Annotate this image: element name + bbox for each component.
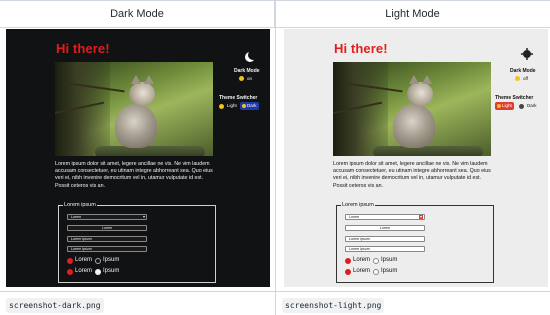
kitten-ear bbox=[409, 75, 419, 84]
radio-1-lorem-label: Lorem bbox=[75, 257, 93, 263]
kitten-ear bbox=[131, 75, 141, 84]
dark-screenshot: Hi there! Dark Mode on Theme Switcher Li… bbox=[6, 29, 270, 287]
tree-trunk bbox=[55, 62, 110, 156]
lorem-select[interactable]: Lorem ▾ bbox=[67, 214, 147, 220]
lorem-paragraph: Lorem ipsum dolor sit amet, legere ancil… bbox=[55, 161, 213, 189]
kitten-photo bbox=[333, 62, 491, 156]
checkbox-2-ipsum-label: Ipsum bbox=[381, 268, 398, 274]
comparison-table: Dark Mode Light Mode Hi there! Dark Mode… bbox=[0, 0, 550, 315]
lorem-fieldset: Lorem ipsum Lorem ▾ Lorem Lorem ipsum Lo… bbox=[58, 202, 216, 283]
header-light-mode: Light Mode bbox=[275, 1, 550, 28]
text-input-1[interactable]: Lorem ipsum bbox=[67, 236, 147, 242]
filename-light: screenshot-light.png bbox=[282, 298, 385, 313]
kitten-ear bbox=[422, 75, 432, 84]
radio-1-ipsum-label: Ipsum bbox=[381, 257, 398, 263]
sun-small-icon bbox=[219, 104, 224, 109]
radio-1-lorem[interactable] bbox=[345, 258, 351, 264]
kitten-head bbox=[407, 82, 433, 106]
greeting-heading: Hi there! bbox=[56, 41, 110, 56]
chevron-down-icon: ▾ bbox=[142, 214, 145, 219]
header-dark-mode: Dark Mode bbox=[0, 1, 275, 28]
checkbox-2-ipsum[interactable] bbox=[95, 269, 101, 275]
dark-mode-value: off bbox=[523, 76, 528, 81]
chevron-down-icon: ▾ bbox=[418, 214, 423, 219]
mossy-log bbox=[373, 146, 483, 156]
select-value: Lorem bbox=[349, 215, 360, 219]
sun-small-icon bbox=[497, 103, 501, 108]
checkbox-2-ipsum-label: Ipsum bbox=[103, 268, 120, 274]
filename-dark: screenshot-dark.png bbox=[6, 298, 104, 313]
switch-light-option[interactable]: Light bbox=[495, 102, 514, 110]
tree-trunk bbox=[333, 62, 388, 156]
switch-dark-option[interactable]: Dark bbox=[525, 102, 539, 110]
dark-mode-toggle-icon[interactable] bbox=[515, 76, 520, 81]
fieldset-legend: Lorem ipsum bbox=[63, 202, 97, 208]
moon-small-icon bbox=[242, 103, 246, 108]
radio-1-lorem-label: Lorem bbox=[353, 257, 371, 263]
row-divider bbox=[0, 291, 550, 292]
lorem-paragraph: Lorem ipsum dolor sit amet, legere ancil… bbox=[333, 161, 491, 189]
kitten-head bbox=[129, 82, 155, 106]
select-value: Lorem bbox=[71, 215, 82, 219]
radio-1-ipsum-label: Ipsum bbox=[103, 257, 120, 263]
checkbox-2-lorem[interactable] bbox=[345, 269, 351, 275]
lorem-button[interactable]: Lorem bbox=[345, 225, 425, 231]
dark-mode-value: on bbox=[247, 76, 253, 81]
text-input-2[interactable]: Lorem ipsum bbox=[67, 246, 147, 252]
fieldset-legend: Lorem ipsum bbox=[341, 202, 375, 208]
switch-light-option[interactable]: Light bbox=[225, 102, 239, 110]
checkbox-2-lorem[interactable] bbox=[67, 269, 73, 275]
dark-mode-toggle-icon[interactable] bbox=[239, 76, 244, 81]
kitten-body bbox=[115, 104, 157, 148]
text-input-2[interactable]: Lorem ipsum bbox=[345, 246, 425, 252]
radio-1-ipsum[interactable] bbox=[95, 258, 101, 264]
radio-1-ipsum[interactable] bbox=[373, 258, 379, 264]
text-input-1[interactable]: Lorem ipsum bbox=[345, 236, 425, 242]
switch-dark-label: Dark bbox=[247, 103, 257, 108]
dark-mode-label: Dark Mode bbox=[510, 68, 536, 74]
column-divider bbox=[275, 1, 276, 315]
theme-switcher-label: Theme Switcher bbox=[495, 95, 534, 101]
lorem-fieldset: Lorem ipsum Lorem ▾ Lorem Lorem ipsum Lo… bbox=[336, 202, 494, 283]
mossy-log bbox=[95, 146, 205, 156]
radio-1-lorem[interactable] bbox=[67, 258, 73, 264]
switch-dark-option[interactable]: Dark bbox=[240, 102, 259, 110]
moon-small-icon bbox=[519, 104, 524, 109]
greeting-heading: Hi there! bbox=[334, 41, 388, 56]
checkbox-2-ipsum[interactable] bbox=[373, 269, 379, 275]
kitten-ear bbox=[144, 75, 154, 84]
lorem-button[interactable]: Lorem bbox=[67, 225, 147, 231]
switch-light-label: Light bbox=[502, 103, 512, 108]
theme-switcher-label: Theme Switcher bbox=[219, 95, 258, 101]
dark-mode-label: Dark Mode bbox=[234, 68, 260, 74]
checkbox-2-lorem-label: Lorem bbox=[75, 268, 93, 274]
light-screenshot: Hi there! Dark Mode off Theme Switcher L… bbox=[284, 29, 548, 287]
lorem-select[interactable]: Lorem ▾ bbox=[345, 214, 425, 220]
kitten-body bbox=[393, 104, 435, 148]
checkbox-2-lorem-label: Lorem bbox=[353, 268, 371, 274]
sun-icon[interactable] bbox=[523, 50, 531, 58]
moon-icon[interactable] bbox=[248, 50, 258, 60]
kitten-photo bbox=[55, 62, 213, 156]
